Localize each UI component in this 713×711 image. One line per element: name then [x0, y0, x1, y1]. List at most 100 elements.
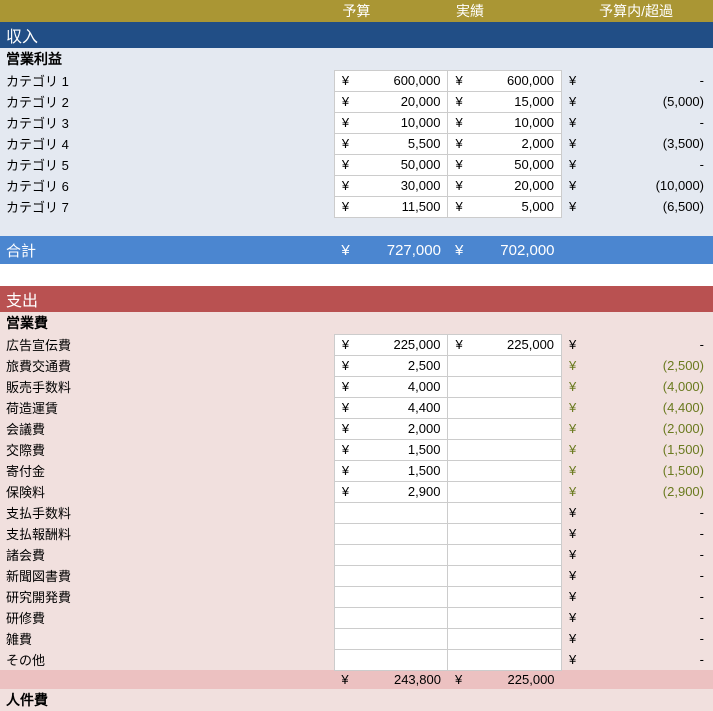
amount-cell[interactable] — [448, 544, 562, 565]
amount-cell[interactable] — [448, 355, 562, 376]
variance-cell: ¥- — [562, 544, 713, 565]
amount-cell[interactable]: ¥10,000 — [334, 112, 448, 133]
row-label: 広告宣伝費 — [0, 334, 334, 355]
amount-cell[interactable]: ¥2,000 — [448, 133, 562, 154]
amount-cell[interactable] — [334, 628, 448, 649]
amount-cell[interactable]: ¥243,800 — [334, 670, 448, 689]
subtotal-label — [0, 670, 334, 689]
amount-cell[interactable] — [448, 418, 562, 439]
amount-cell[interactable]: ¥5,000 — [448, 196, 562, 217]
amount-cell[interactable]: ¥600,000 — [448, 70, 562, 91]
amount-cell[interactable]: ¥10,000 — [448, 112, 562, 133]
row-label: 諸会費 — [0, 544, 334, 565]
row-label: カテゴリ 7 — [0, 196, 334, 217]
variance-cell: ¥- — [562, 565, 713, 586]
row-label: 新聞図書費 — [0, 565, 334, 586]
variance-cell: ¥(2,000) — [562, 418, 713, 439]
amount-cell[interactable]: ¥50,000 — [448, 154, 562, 175]
amount-cell[interactable] — [448, 460, 562, 481]
amount-cell[interactable]: ¥2,000 — [334, 418, 448, 439]
amount-cell[interactable]: ¥225,000 — [334, 334, 448, 355]
variance-cell: ¥(1,500) — [562, 460, 713, 481]
amount-cell[interactable]: ¥4,000 — [334, 376, 448, 397]
amount-cell[interactable]: ¥30,000 — [334, 175, 448, 196]
row-label: 旅費交通費 — [0, 355, 334, 376]
variance-cell: ¥- — [562, 502, 713, 523]
amount-cell[interactable] — [334, 607, 448, 628]
amount-cell[interactable] — [448, 607, 562, 628]
amount-cell[interactable] — [448, 649, 562, 670]
amount-cell[interactable] — [448, 523, 562, 544]
variance-cell: ¥(1,500) — [562, 439, 713, 460]
row-label: 支払報酬料 — [0, 523, 334, 544]
header-budget: 予算 — [334, 0, 448, 22]
section-income: 収入 — [0, 22, 713, 48]
amount-cell[interactable]: ¥15,000 — [448, 91, 562, 112]
variance-cell: ¥- — [562, 607, 713, 628]
row-label: カテゴリ 5 — [0, 154, 334, 175]
row-label: カテゴリ 1 — [0, 70, 334, 91]
variance-cell: ¥- — [562, 334, 713, 355]
amount-cell[interactable]: ¥11,500 — [334, 196, 448, 217]
amount-cell[interactable]: ¥727,000 — [334, 236, 448, 264]
amount-cell[interactable]: ¥20,000 — [448, 175, 562, 196]
variance-cell: ¥(2,900) — [562, 481, 713, 502]
amount-cell[interactable] — [448, 376, 562, 397]
variance-cell: ¥(10,000) — [562, 175, 713, 196]
row-label: 研修費 — [0, 607, 334, 628]
row-label: その他 — [0, 649, 334, 670]
row-label: 荷造運賃 — [0, 397, 334, 418]
amount-cell[interactable]: ¥702,000 — [448, 236, 562, 264]
amount-cell[interactable] — [334, 649, 448, 670]
variance-cell: ¥(4,400) — [562, 397, 713, 418]
amount-cell[interactable]: ¥2,900 — [334, 481, 448, 502]
row-label: カテゴリ 2 — [0, 91, 334, 112]
amount-cell[interactable] — [334, 502, 448, 523]
amount-cell[interactable] — [448, 628, 562, 649]
variance-cell: ¥- — [562, 70, 713, 91]
header-variance: 予算内/超過 — [562, 0, 713, 22]
row-label: 研究開発費 — [0, 586, 334, 607]
row-label: 販売手数料 — [0, 376, 334, 397]
variance-cell: ¥- — [562, 628, 713, 649]
amount-cell[interactable]: ¥4,400 — [334, 397, 448, 418]
amount-cell[interactable] — [448, 502, 562, 523]
row-label: 交際費 — [0, 439, 334, 460]
amount-cell[interactable]: ¥225,000 — [448, 334, 562, 355]
row-label: カテゴリ 3 — [0, 112, 334, 133]
variance-cell: ¥- — [562, 649, 713, 670]
variance-cell: ¥- — [562, 523, 713, 544]
amount-cell[interactable] — [448, 565, 562, 586]
amount-cell[interactable] — [448, 397, 562, 418]
row-label: カテゴリ 4 — [0, 133, 334, 154]
variance-cell: ¥- — [562, 112, 713, 133]
amount-cell[interactable]: ¥5,500 — [334, 133, 448, 154]
amount-cell[interactable]: ¥1,500 — [334, 460, 448, 481]
variance-cell: ¥(2,500) — [562, 355, 713, 376]
amount-cell[interactable]: ¥20,000 — [334, 91, 448, 112]
variance-cell: ¥- — [562, 586, 713, 607]
amount-cell[interactable]: ¥225,000 — [448, 670, 562, 689]
variance-cell: ¥(6,500) — [562, 196, 713, 217]
amount-cell[interactable] — [334, 565, 448, 586]
amount-cell[interactable] — [448, 481, 562, 502]
amount-cell[interactable]: ¥50,000 — [334, 154, 448, 175]
amount-cell[interactable] — [334, 523, 448, 544]
amount-cell[interactable]: ¥600,000 — [334, 70, 448, 91]
variance-cell: ¥- — [562, 154, 713, 175]
header-actual: 実績 — [448, 0, 562, 22]
amount-cell[interactable] — [448, 439, 562, 460]
budget-table: 予算実績予算内/超過収入営業利益カテゴリ 1¥600,000¥600,000¥-… — [0, 0, 713, 711]
row-label: 支払手数料 — [0, 502, 334, 523]
amount-cell[interactable] — [334, 544, 448, 565]
row-label: 会議費 — [0, 418, 334, 439]
variance-cell: ¥(4,000) — [562, 376, 713, 397]
amount-cell[interactable]: ¥1,500 — [334, 439, 448, 460]
variance-cell: ¥(5,000) — [562, 91, 713, 112]
amount-cell[interactable]: ¥2,500 — [334, 355, 448, 376]
group-label: 営業利益 — [0, 48, 334, 70]
amount-cell[interactable] — [334, 586, 448, 607]
amount-cell[interactable] — [448, 586, 562, 607]
row-label: 雑費 — [0, 628, 334, 649]
group-label: 営業費 — [0, 312, 334, 334]
